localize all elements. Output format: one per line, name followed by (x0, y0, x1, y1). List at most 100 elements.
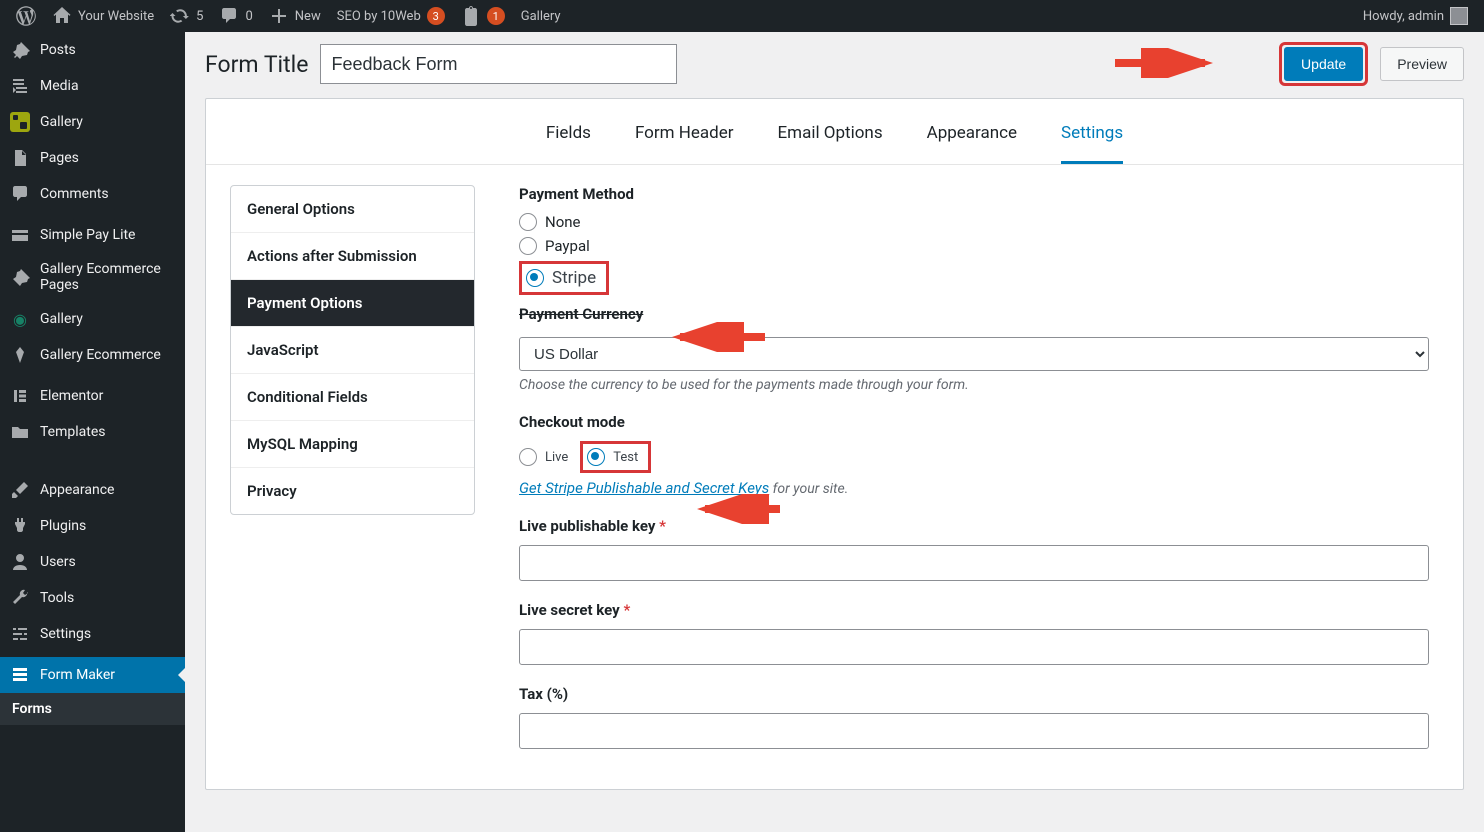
radio-live-input[interactable] (519, 448, 537, 466)
radio-none-input[interactable] (519, 213, 537, 231)
sidebar-item-media[interactable]: Media (0, 68, 185, 104)
sidebar-item-gallery-ecom[interactable]: Gallery Ecommerce (0, 337, 185, 373)
sidebar-item-settings[interactable]: Settings (0, 616, 185, 652)
required-asterisk: * (659, 517, 666, 535)
plug-icon (10, 516, 30, 536)
radio-none[interactable]: None (519, 213, 1429, 231)
sidebar-item-label: Templates (40, 424, 106, 440)
sidebar-item-gallery-1[interactable]: Gallery (0, 104, 185, 140)
form-title-input[interactable] (320, 44, 677, 84)
radio-label: Live (545, 450, 568, 465)
sidebar-submenu: Forms (0, 693, 185, 725)
sidebar-item-simple-pay[interactable]: Simple Pay Lite (0, 217, 185, 253)
payment-method-group: Payment Method None Paypal Stripe (519, 185, 1429, 295)
settings-body: General Options Actions after Submission… (206, 165, 1463, 789)
form-header-bar: Form Title Update Preview (205, 42, 1464, 86)
sidebar-item-label: Gallery (40, 311, 83, 327)
wp-admin-bar: Your Website 5 0 New SEO by 10Web 3 1 Ga… (0, 0, 1484, 32)
user-icon (10, 552, 30, 572)
tab-email-options[interactable]: Email Options (778, 119, 883, 164)
update-button[interactable]: Update (1284, 47, 1363, 81)
tax-input[interactable] (519, 713, 1429, 749)
updates-link[interactable]: 5 (162, 0, 211, 32)
yoast-link[interactable]: 1 (453, 0, 513, 32)
side-tab-mysql[interactable]: MySQL Mapping (231, 421, 474, 468)
sidebar-subitem-forms[interactable]: Forms (0, 693, 185, 725)
media-icon (10, 76, 30, 96)
sidebar-item-elementor[interactable]: Elementor (0, 378, 185, 414)
sidebar-item-label: Posts (40, 42, 76, 58)
live-secret-key-input[interactable] (519, 629, 1429, 665)
radio-stripe[interactable]: Stripe (526, 268, 596, 288)
side-tab-privacy[interactable]: Privacy (231, 468, 474, 514)
stripe-highlight: Stripe (519, 261, 609, 295)
radio-paypal-input[interactable] (519, 237, 537, 255)
side-tab-general[interactable]: General Options (231, 186, 474, 233)
preview-button[interactable]: Preview (1380, 47, 1464, 81)
settings-side-tabs: General Options Actions after Submission… (230, 185, 475, 515)
brush-icon (10, 480, 30, 500)
test-highlight: Test (580, 441, 651, 473)
radio-paypal[interactable]: Paypal (519, 237, 1429, 255)
sidebar-item-label: Users (40, 554, 76, 570)
gallery-adminbar-label: Gallery (521, 9, 561, 24)
sidebar-item-gallery-ecom-pages[interactable]: Gallery Ecommerce Pages (0, 253, 185, 301)
tab-bar: Fields Form Header Email Options Appeara… (206, 99, 1463, 165)
tab-appearance[interactable]: Appearance (927, 119, 1017, 164)
comments-link[interactable]: 0 (211, 0, 260, 32)
sidebar-item-users[interactable]: Users (0, 544, 185, 580)
sidebar-item-pages[interactable]: Pages (0, 140, 185, 176)
tab-settings[interactable]: Settings (1061, 119, 1123, 164)
sidebar-item-label: Comments (40, 186, 109, 202)
radio-stripe-input[interactable] (526, 269, 544, 287)
stripe-keys-link[interactable]: Get Stripe Publishable and Secret Keys (519, 479, 769, 497)
my-account-link[interactable]: Howdy, admin (1355, 0, 1476, 32)
live-pub-key-input[interactable] (519, 545, 1429, 581)
site-name-link[interactable]: Your Website (44, 0, 162, 32)
sidebar-item-label: Form Maker (40, 667, 115, 683)
radio-test-input[interactable] (587, 448, 605, 466)
required-asterisk: * (623, 601, 630, 619)
sidebar-item-posts[interactable]: Posts (0, 32, 185, 68)
live-secret-key-label: Live secret key * (519, 601, 1429, 619)
camera-icon: ◉ (10, 309, 30, 329)
sidebar-item-plugins[interactable]: Plugins (0, 508, 185, 544)
sidebar-item-label: Media (40, 78, 79, 94)
tab-form-header[interactable]: Form Header (635, 119, 734, 164)
home-icon (52, 6, 72, 26)
sidebar-item-label: Elementor (40, 388, 103, 404)
sidebar-item-label: Gallery (40, 114, 83, 130)
new-content-link[interactable]: New (261, 0, 329, 32)
seo-link[interactable]: SEO by 10Web 3 (329, 0, 453, 32)
radio-live[interactable]: Live (519, 448, 568, 466)
sidebar-item-form-maker[interactable]: Form Maker (0, 657, 185, 693)
checkout-mode-label: Checkout mode (519, 413, 1429, 431)
radio-test[interactable]: Test (587, 448, 638, 466)
update-highlight: Update (1279, 42, 1368, 86)
pages-icon (10, 148, 30, 168)
sidebar-item-tools[interactable]: Tools (0, 580, 185, 616)
side-tab-actions[interactable]: Actions after Submission (231, 233, 474, 280)
sidebar-item-appearance[interactable]: Appearance (0, 472, 185, 508)
gallery-adminbar-link[interactable]: Gallery (513, 0, 569, 32)
sidebar-item-label: Pages (40, 150, 79, 166)
sidebar-item-comments[interactable]: Comments (0, 176, 185, 212)
sidebar-item-gallery-2[interactable]: ◉ Gallery (0, 301, 185, 337)
side-tab-conditional[interactable]: Conditional Fields (231, 374, 474, 421)
sidebar-item-templates[interactable]: Templates (0, 414, 185, 450)
sidebar-item-label: Gallery Ecommerce Pages (40, 261, 175, 293)
wrench-icon (10, 588, 30, 608)
wp-logo[interactable] (8, 0, 44, 32)
radio-label: Paypal (545, 237, 590, 255)
seo-label: SEO by 10Web (337, 9, 421, 24)
side-tab-javascript[interactable]: JavaScript (231, 327, 474, 374)
currency-hint: Choose the currency to be used for the p… (519, 377, 1429, 393)
payment-currency-group: Payment Currency US Dollar Choose the cu… (519, 309, 1429, 393)
radio-label: Stripe (552, 268, 596, 288)
currency-select[interactable]: US Dollar (519, 337, 1429, 371)
avatar (1450, 7, 1468, 25)
comment-icon (219, 6, 239, 26)
payment-method-label: Payment Method (519, 185, 1429, 203)
tab-fields[interactable]: Fields (546, 119, 591, 164)
side-tab-payment[interactable]: Payment Options (231, 280, 474, 327)
